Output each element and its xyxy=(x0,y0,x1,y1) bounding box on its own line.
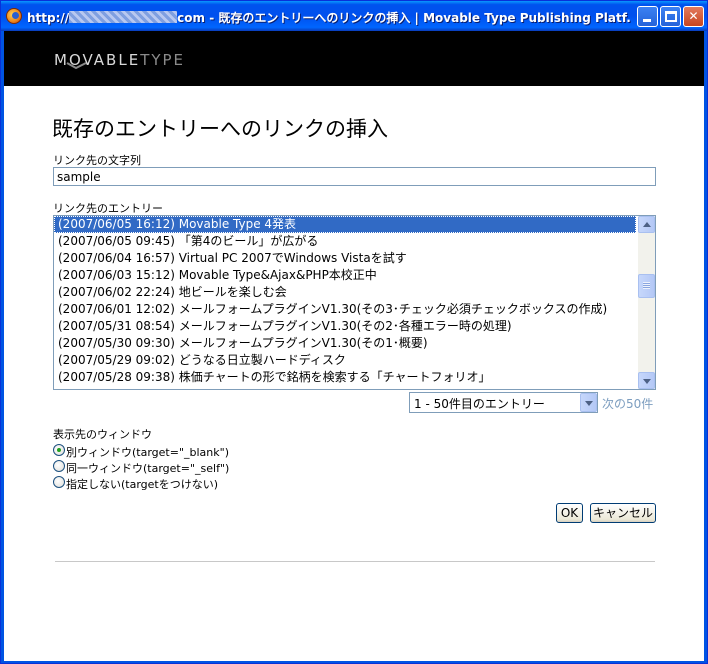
title-bar[interactable]: http:// com - 既存のエントリーへのリンクの挿入 | Movable … xyxy=(1,1,707,31)
page-title: 既存のエントリーへのリンクの挿入 xyxy=(52,117,388,141)
next-page-link[interactable]: 次の50件 xyxy=(602,395,653,412)
target-option-label: 別ウィンドウ(target="_blank") xyxy=(66,446,229,459)
radio-button[interactable] xyxy=(53,444,65,456)
entry-list-item[interactable]: (2007/06/05 16:12) Movable Type 4発表 xyxy=(54,216,636,233)
brand-header: MOVABLETYPE xyxy=(4,31,704,86)
entry-list-item[interactable]: (2007/06/03 15:12) Movable Type&Ajax&PHP… xyxy=(54,267,636,284)
entry-list-item[interactable]: (2007/06/04 16:57) Virtual PC 2007でWindo… xyxy=(54,250,636,267)
target-option-label: 指定しない(targetをつけない) xyxy=(66,478,219,491)
link-text-label: リンク先の文字列 xyxy=(53,154,141,167)
entry-list-item[interactable]: (2007/05/29 09:02) どうなる日立製ハードディスク xyxy=(54,352,636,369)
entry-list-item[interactable]: (2007/05/30 09:30) メールフォームプラグインV1.30(その1… xyxy=(54,335,636,352)
minimize-icon xyxy=(643,19,651,22)
redacted-url-mask xyxy=(69,11,178,23)
entry-list-items: (2007/06/05 16:12) Movable Type 4発表 (2007… xyxy=(54,216,636,386)
entry-list-item[interactable]: (2007/06/05 09:45) 「第4のビール」が広がる xyxy=(54,233,636,250)
target-window-label: 表示先のウィンドウ xyxy=(53,428,152,441)
close-button[interactable]: ✕ xyxy=(683,6,704,27)
link-text-input[interactable] xyxy=(53,167,656,186)
firefox-icon xyxy=(6,8,22,24)
entry-listbox[interactable]: (2007/06/05 16:12) Movable Type 4発表 (2007… xyxy=(53,215,656,390)
entry-list-item[interactable]: (2007/05/31 08:54) メールフォームプラグインV1.30(その2… xyxy=(54,318,636,335)
chevron-down-icon[interactable] xyxy=(580,393,597,412)
window-title-suffix: com - 既存のエントリーへのリンクの挿入 | Movable Type Pu… xyxy=(177,11,632,25)
entry-list-scrollbar[interactable] xyxy=(638,216,655,389)
window-title-prefix: http:// xyxy=(27,11,70,25)
dialog-content: MOVABLETYPE 既存のエントリーへのリンクの挿入 リンク先の文字列 リン… xyxy=(4,31,704,661)
scroll-down-arrow-icon[interactable] xyxy=(638,372,655,389)
entries-label: リンク先のエントリー xyxy=(53,202,163,215)
cancel-button[interactable]: キャンセル xyxy=(590,503,656,523)
ok-button[interactable]: OK xyxy=(556,503,583,523)
footer-divider xyxy=(55,561,655,562)
logo-sub-text: TYPE xyxy=(140,51,186,69)
entry-list-item[interactable]: (2007/05/28 09:38) 株価チャートの形で銘柄を検索する「チャート… xyxy=(54,369,636,386)
scroll-thumb[interactable] xyxy=(638,274,655,298)
entry-list-item[interactable]: (2007/06/01 12:02) メールフォームプラグインV1.30(その3… xyxy=(54,301,636,318)
browser-popup-window: http:// com - 既存のエントリーへのリンクの挿入 | Movable … xyxy=(0,0,708,664)
target-option-label: 同一ウィンドウ(target="_self") xyxy=(66,462,230,475)
page-range-select[interactable]: 1 - 50件目のエントリー xyxy=(409,392,598,413)
maximize-button[interactable] xyxy=(660,6,681,27)
maximize-icon xyxy=(665,11,677,22)
window-title: http:// com - 既存のエントリーへのリンクの挿入 | Movable … xyxy=(27,9,632,26)
wrench-icon xyxy=(66,62,87,70)
radio-button[interactable] xyxy=(53,476,65,488)
radio-button[interactable] xyxy=(53,460,65,472)
minimize-button[interactable] xyxy=(637,6,658,27)
close-icon: ✕ xyxy=(688,9,699,23)
scroll-up-arrow-icon[interactable] xyxy=(638,216,655,233)
entry-list-item[interactable]: (2007/06/02 22:24) 地ビールを楽しむ会 xyxy=(54,284,636,301)
page-range-selected: 1 - 50件目のエントリー xyxy=(414,397,545,411)
